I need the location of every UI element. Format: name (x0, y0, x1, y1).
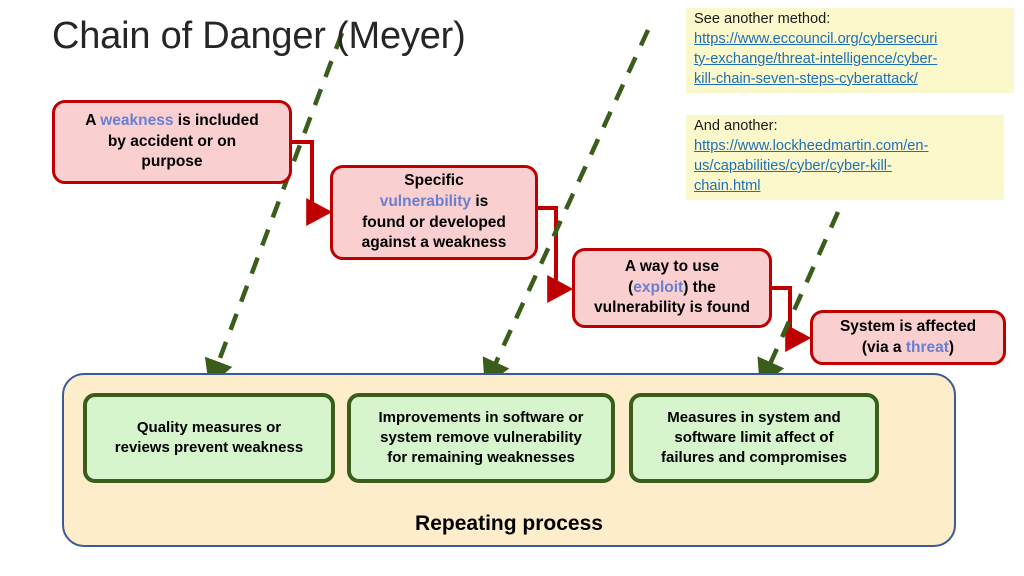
note-one-link-line-2[interactable]: ty-exchange/threat-intelligence/cyber- (694, 50, 1008, 70)
note-two-link-line-2[interactable]: us/capabilities/cyber/cyber-kill- (694, 157, 998, 177)
reference-note-eccouncil: See another method: https://www.eccounci… (686, 8, 1014, 93)
threat-line1: System is affected (839, 317, 977, 335)
measures-line2: software limit affect of (674, 428, 834, 446)
quality-line1: Quality measures or (136, 418, 282, 436)
vulnerability-highlight-term: vulnerability (379, 192, 472, 210)
quality-line2: reviews prevent weakness (114, 439, 304, 456)
note-two-lead: And another: (694, 118, 778, 134)
exploit-highlight-term: exploit (633, 278, 684, 296)
measures-line3: failures and compromises (661, 449, 847, 467)
note-one-link-line-1[interactable]: https://www.eccouncil.org/cybersecuri (694, 30, 1008, 50)
chain-step-exploit[interactable]: A way to use (exploit) the vulnerability… (572, 248, 772, 328)
dashed-arrow-to-quality (204, 32, 345, 388)
connector-vulnerability-to-exploit (538, 206, 574, 303)
improvements-line1: Improvements in software or (378, 408, 584, 426)
mitigation-box-measures[interactable]: Measures in system and software limit af… (629, 393, 879, 483)
page-title: Chain of Danger (Meyer) (52, 15, 466, 57)
connector-exploit-to-threat (772, 286, 812, 352)
vulnerability-line3: found or developed (362, 213, 506, 231)
slide-canvas: Chain of Danger (Meyer) A weakness is in… (0, 0, 1024, 576)
weakness-highlight-term: weakness (100, 112, 174, 130)
exploit-line1: A way to use (624, 258, 720, 276)
weakness-line2: by accident or on (107, 132, 237, 150)
weakness-text-after: is included (173, 112, 259, 130)
threat-line2-before: (via a (861, 338, 906, 356)
reference-note-lockheedmartin: And another: https://www.lockheedmartin.… (686, 115, 1004, 200)
exploit-line3: vulnerability is found (594, 299, 750, 317)
threat-highlight-term: threat (905, 338, 949, 356)
repeating-process-label: Repeating process (415, 512, 603, 535)
exploit-line2-after: ) the (683, 278, 716, 296)
chain-step-threat[interactable]: System is affected (via a threat) (810, 310, 1006, 365)
improvements-line3: for remaining weaknesses (387, 449, 575, 467)
weakness-text-before: A (85, 112, 101, 130)
note-one-link-line-3[interactable]: kill-chain-seven-steps-cyberattack/ (694, 70, 1008, 90)
mitigation-box-quality[interactable]: Quality measures or reviews prevent weak… (83, 393, 335, 483)
chain-step-weakness[interactable]: A weakness is included by accident or on… (52, 100, 292, 184)
vulnerability-line4: against a weakness (361, 234, 507, 252)
vulnerability-line2-after: is (471, 192, 489, 210)
improvements-line2: system remove vulnerability (380, 428, 582, 446)
threat-line2-after: ) (948, 338, 955, 356)
chain-step-vulnerability[interactable]: Specific vulnerability is found or devel… (330, 165, 538, 260)
note-two-link-line-3[interactable]: chain.html (694, 177, 998, 197)
measures-line1: Measures in system and (667, 408, 841, 426)
connector-weakness-to-vulnerability (292, 140, 333, 226)
weakness-line3: purpose (141, 153, 203, 171)
note-one-lead: See another method: (694, 11, 831, 27)
mitigation-box-improvements[interactable]: Improvements in software or system remov… (347, 393, 615, 483)
note-two-link-line-1[interactable]: https://www.lockheedmartin.com/en- (694, 137, 998, 157)
vulnerability-line1: Specific (404, 172, 464, 190)
